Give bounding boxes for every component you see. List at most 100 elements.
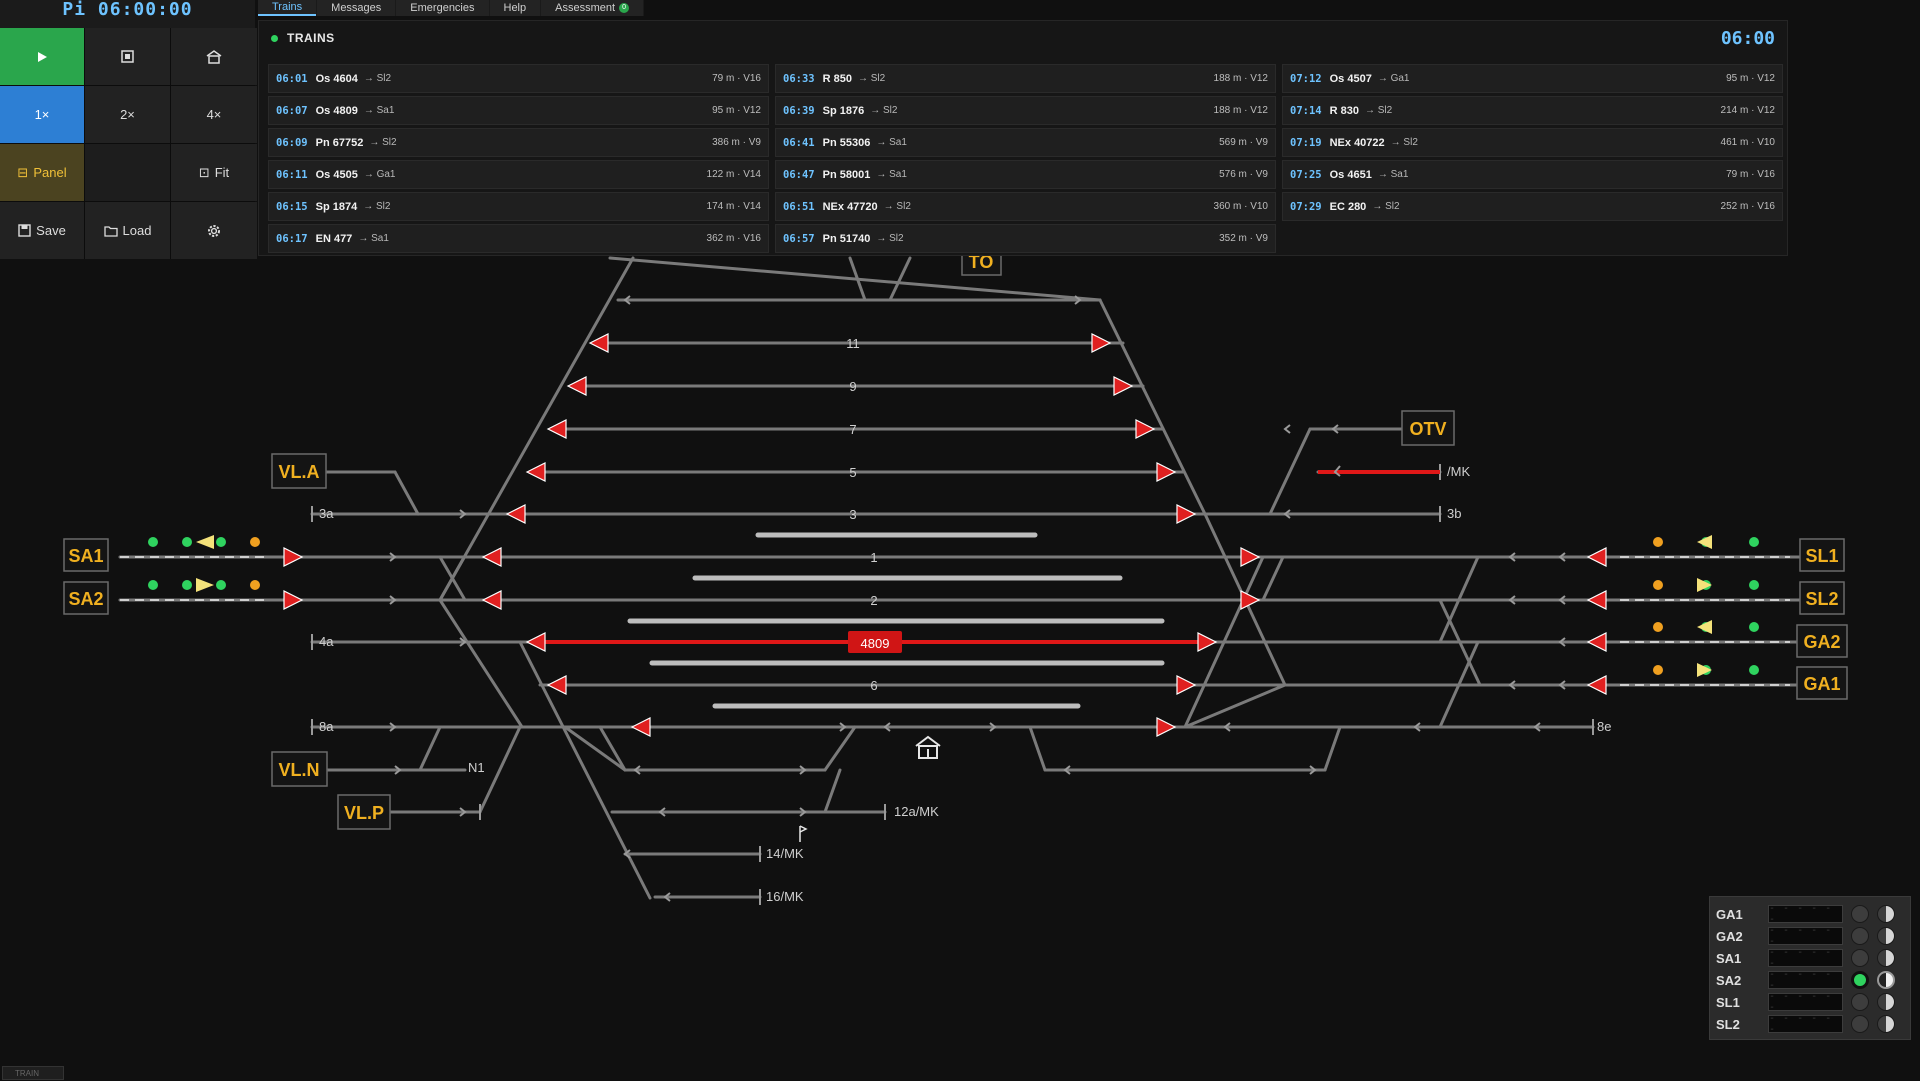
train-time: 07:19 [1290,136,1322,149]
station-sl2[interactable]: SL2 [1805,589,1838,609]
track-label-5: 5 [849,465,856,480]
station-building-icon[interactable] [915,735,941,759]
tab-assessment-label: Assessment [555,2,616,14]
track-label-12a: 12a/MK [894,804,939,819]
occupied-train-label: 4809 [861,636,890,651]
train-row[interactable]: 06:17 EN 477 → Sa1 362 m · V16 [268,224,769,253]
train-row[interactable]: 06:01 Os 4604 → Sl2 79 m · V16 [268,64,769,93]
load-button[interactable]: Load [85,202,170,259]
fit-button[interactable]: ⊡ Fit [171,144,257,201]
train-time: 06:17 [276,232,308,245]
tab-assessment[interactable]: Assessment 0 [541,0,644,16]
train-row[interactable]: 06:51 NEx 47720 → Sl2 360 m · V10 [775,192,1276,221]
train-info: 362 m · V16 [706,233,761,244]
track-label-3: 3 [849,507,856,522]
train-name: NEx 40722 [1329,136,1385,149]
station-vlp[interactable]: VL.P [344,803,384,823]
train-destination: → Sa1 [363,105,395,116]
top-tabs: Trains Messages Emergencies Help Assessm… [258,0,645,16]
sim-clock: Pi 06:00:00 [62,0,193,20]
train-row[interactable]: 07:29 EC 280 → Sl2 252 m · V16 [1282,192,1783,221]
signal-toggle[interactable] [1877,1015,1895,1033]
train-destination: → Sl2 [363,201,391,212]
speed-4x-button[interactable]: 4× [171,86,257,143]
folder-icon [103,225,118,237]
signal-toggle[interactable] [1877,993,1895,1011]
train-row[interactable]: 06:09 Pn 67752 → Sl2 386 m · V9 [268,128,769,157]
play-button[interactable] [0,28,84,85]
signal-name: GA2 [1716,928,1743,944]
trains-title: TRAINS [287,31,335,45]
train-row[interactable]: 07:25 Os 4651 → Sa1 79 m · V16 [1282,160,1783,189]
signal-display: - - - - - - [1768,969,1843,991]
settings-button[interactable] [171,202,257,259]
train-row[interactable]: 06:07 Os 4809 → Sa1 95 m · V12 [268,96,769,125]
train-info: 214 m · V12 [1720,105,1775,116]
station-sl1[interactable]: SL1 [1805,546,1838,566]
station-sa1[interactable]: SA1 [68,546,103,566]
signal-lamp[interactable] [1851,949,1869,967]
station-ga2[interactable]: GA2 [1803,632,1840,652]
train-time: 06:51 [783,200,815,213]
empty-cell [85,144,170,201]
station-vln[interactable]: VL.N [278,760,319,780]
station-sa2[interactable]: SA2 [68,589,103,609]
train-name: EN 477 [315,232,353,245]
train-destination: → Ga1 [1377,73,1410,84]
station-ga1[interactable]: GA1 [1803,674,1840,694]
train-info: 461 m · V10 [1720,137,1775,148]
signal-toggle[interactable] [1877,949,1895,967]
tab-messages[interactable]: Messages [317,0,396,16]
train-row[interactable]: 07:12 Os 4507 → Ga1 95 m · V12 [1282,64,1783,93]
fit-icon: ⊡ [198,164,210,180]
train-info: 95 m · V12 [1726,73,1775,84]
train-info: 95 m · V12 [712,105,761,116]
station-view-button[interactable] [171,28,257,85]
train-row[interactable]: 06:39 Sp 1876 → Sl2 188 m · V12 [775,96,1276,125]
panel-button[interactable]: ⊟ Panel [0,144,84,201]
signal-row: SA2 - - - - - - [1716,969,1910,991]
train-time: 06:39 [783,104,815,117]
train-time: 07:29 [1290,200,1322,213]
train-row[interactable]: 07:19 NEx 40722 → Sl2 461 m · V10 [1282,128,1783,157]
tab-help[interactable]: Help [489,0,541,16]
track-label-16: 16/MK [766,889,804,904]
station-otv[interactable]: OTV [1409,419,1446,439]
train-row[interactable]: 06:33 R 850 → Sl2 188 m · V12 [775,64,1276,93]
signal-toggle[interactable] [1877,971,1895,989]
track-label-7: 7 [849,422,856,437]
speed-2x-button[interactable]: 2× [85,86,170,143]
train-time: 07:12 [1290,72,1322,85]
signal-row: GA2 - - - - - - [1716,925,1910,947]
signal-toggle[interactable] [1877,905,1895,923]
train-time: 06:47 [783,168,815,181]
track-label-8e: 8e [1597,719,1611,734]
train-row[interactable]: 06:15 Sp 1874 → Sl2 174 m · V14 [268,192,769,221]
control-panel: Pi 06:00:00 1× 2× 4× ⊟ Panel ⊡ Fit Save … [0,0,257,259]
train-destination: → Sl2 [1364,105,1393,116]
train-info: 188 m · V12 [1213,73,1268,84]
signal-lamp[interactable] [1851,927,1869,945]
train-row[interactable]: 06:11 Os 4505 → Ga1 122 m · V14 [268,160,769,189]
train-row[interactable]: 06:41 Pn 55306 → Sa1 569 m · V9 [775,128,1276,157]
signal-lamp[interactable] [1851,1015,1869,1033]
signal-toggle[interactable] [1877,927,1895,945]
tab-emergencies[interactable]: Emergencies [396,0,489,16]
track-label-3a: 3a [319,506,334,521]
bottom-tab[interactable]: TRAIN [2,1066,64,1080]
gear-icon [208,224,220,237]
train-info: 352 m · V9 [1219,233,1268,244]
fit-button-label: Fit [214,165,230,180]
signal-lamp[interactable] [1851,905,1869,923]
save-button[interactable]: Save [0,202,84,259]
train-destination: → Sa1 [358,233,389,244]
train-row[interactable]: 06:57 Pn 51740 → Sl2 352 m · V9 [775,224,1276,253]
speed-1x-button[interactable]: 1× [0,86,84,143]
tab-trains[interactable]: Trains [258,0,317,16]
station-vla[interactable]: VL.A [278,462,319,482]
train-row[interactable]: 06:47 Pn 58001 → Sa1 576 m · V9 [775,160,1276,189]
stop-button[interactable] [85,28,170,85]
train-row[interactable]: 07:14 R 830 → Sl2 214 m · V12 [1282,96,1783,125]
signal-lamp[interactable] [1851,971,1869,989]
signal-lamp[interactable] [1851,993,1869,1011]
